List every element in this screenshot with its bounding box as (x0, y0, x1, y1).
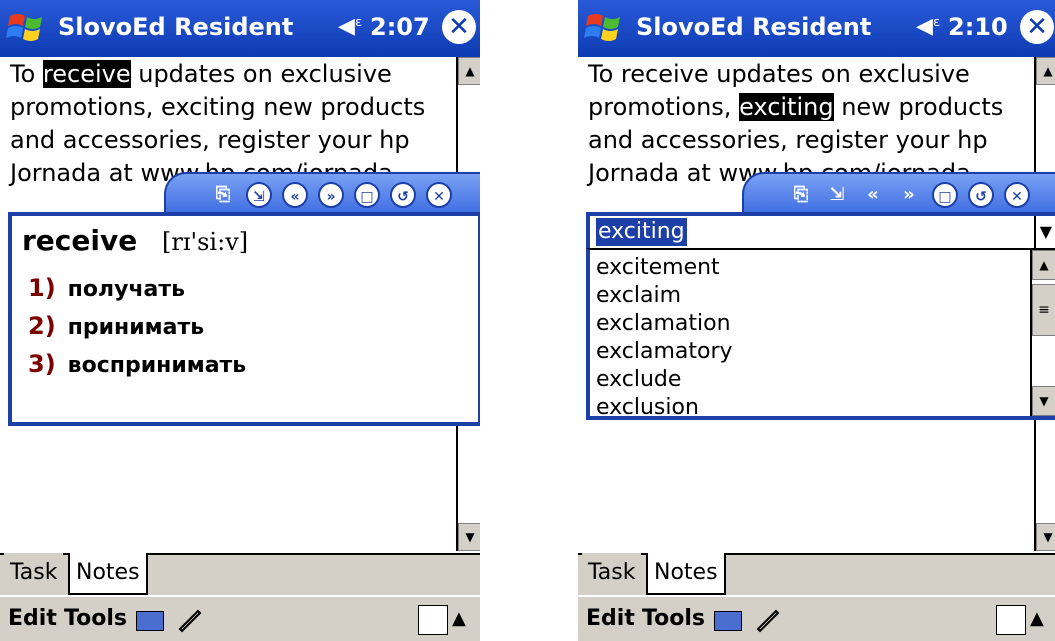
copy-icon[interactable]: ⎘ (210, 182, 236, 208)
sense-item: 2) принимать (28, 312, 205, 340)
previous-icon[interactable]: « (282, 182, 308, 208)
close-popup-icon[interactable]: ✕ (1004, 182, 1030, 208)
tab-task[interactable]: Task (582, 553, 642, 593)
list-scrollbar[interactable]: ▲ ≡ ▼ (1030, 250, 1055, 416)
list-item[interactable]: exclude (596, 366, 681, 394)
menu-bar: Edit Tools ▲ (578, 595, 1055, 641)
list-item[interactable]: exclamatory (596, 338, 733, 366)
previous-icon[interactable]: « (860, 182, 886, 208)
edit-menu[interactable]: Edit (586, 603, 635, 635)
list-item[interactable]: exclaim (596, 282, 681, 310)
edit-menu[interactable]: Edit (8, 603, 57, 635)
back-icon[interactable]: ↺ (968, 182, 994, 208)
transcription: [rɪ'si:v] (162, 228, 249, 256)
note-line: promotions, exciting new products (10, 93, 426, 121)
note-text[interactable]: To receive updates on exclusive promotio… (588, 58, 1030, 190)
tab-notes[interactable]: Notes (646, 553, 726, 595)
note-line: and accessories, register your hp (588, 126, 988, 154)
sense-item: 1) получать (28, 274, 186, 302)
word-list[interactable]: excitement exclaim exclamation exclamato… (586, 248, 1055, 420)
copy-icon[interactable]: ⎘ (788, 182, 814, 208)
clock[interactable]: 2:07 (370, 12, 430, 42)
tab-bar: Task Notes (0, 553, 480, 595)
popup-toolbar: ⎘ ⇲ « » □ ↺ ✕ (742, 172, 1055, 216)
close-icon[interactable]: ✕ (1020, 10, 1054, 44)
scroll-down-arrow[interactable]: ▼ (1036, 523, 1055, 551)
windows-start-icon[interactable] (6, 10, 48, 46)
pen-icon[interactable] (176, 605, 204, 633)
device-screen-left: SlovoEd Resident ◀︎ᵋ 2:07 ✕ To receive u… (0, 0, 480, 641)
app-title: SlovoEd Resident (636, 13, 872, 41)
note-line: To receive updates on exclusive (10, 60, 392, 88)
back-icon[interactable]: ↺ (390, 182, 416, 208)
tools-menu[interactable]: Tools (642, 603, 705, 635)
note-line: To receive updates on exclusive (588, 60, 970, 88)
headword: receive (22, 224, 138, 257)
input-panel-arrow-icon[interactable]: ▲ (1030, 605, 1044, 633)
sense-item: 3) воспринимать (28, 350, 247, 378)
next-icon[interactable]: » (318, 182, 344, 208)
list-item[interactable]: excitement (596, 254, 720, 282)
input-panel-icon[interactable] (418, 605, 448, 635)
note-text[interactable]: To receive updates on exclusive promotio… (10, 58, 452, 190)
speaker-icon[interactable]: ◀︎ᵋ (916, 12, 941, 42)
paste-icon[interactable]: ⇲ (824, 182, 850, 208)
tab-task[interactable]: Task (4, 553, 64, 593)
maximize-icon[interactable]: □ (354, 182, 380, 208)
note-line: and accessories, register your hp (10, 126, 410, 154)
selected-word: receive (42, 60, 131, 88)
clock[interactable]: 2:10 (948, 12, 1008, 42)
scroll-up-arrow[interactable]: ▲ (1036, 57, 1055, 85)
selected-word: exciting (739, 93, 834, 121)
translation-popup: receive [rɪ'si:v] 1) получать 2) принимать… (8, 212, 480, 426)
next-icon[interactable]: » (896, 182, 922, 208)
scroll-down-arrow[interactable]: ▼ (458, 523, 480, 551)
tab-bar: Task Notes (578, 553, 1055, 595)
device-screen-right: SlovoEd Resident ◀︎ᵋ 2:10 ✕ To receive u… (578, 0, 1055, 641)
scroll-down-arrow[interactable]: ▼ (1032, 386, 1055, 416)
keyboard-icon[interactable] (136, 611, 164, 631)
title-bar: SlovoEd Resident ◀︎ᵋ 2:10 ✕ (578, 0, 1055, 57)
app-title: SlovoEd Resident (58, 13, 294, 41)
input-panel-arrow-icon[interactable]: ▲ (452, 605, 466, 633)
input-panel-icon[interactable] (996, 605, 1026, 635)
search-input[interactable]: exciting (596, 218, 687, 246)
chevron-down-icon[interactable]: ▼ (1040, 222, 1052, 241)
maximize-icon[interactable]: □ (932, 182, 958, 208)
close-icon[interactable]: ✕ (442, 10, 476, 44)
popup-toolbar: ⎘ ⇲ « » □ ↺ ✕ (164, 172, 480, 216)
pen-icon[interactable] (754, 605, 782, 633)
paste-icon[interactable]: ⇲ (246, 182, 272, 208)
scroll-up-arrow[interactable]: ▲ (458, 57, 480, 85)
title-bar: SlovoEd Resident ◀︎ᵋ 2:07 ✕ (0, 0, 480, 57)
list-item[interactable]: exclamation (596, 310, 731, 338)
tab-notes[interactable]: Notes (68, 553, 148, 595)
scroll-thumb[interactable]: ≡ (1032, 284, 1055, 336)
list-item[interactable]: exclusion (596, 394, 699, 422)
search-combo[interactable]: exciting ▼ (586, 212, 1055, 248)
tools-menu[interactable]: Tools (64, 603, 127, 635)
menu-bar: Edit Tools ▲ (0, 595, 480, 641)
windows-start-icon[interactable] (584, 10, 626, 46)
speaker-icon[interactable]: ◀︎ᵋ (338, 12, 363, 42)
note-line: promotions, exciting new products (588, 93, 1004, 121)
keyboard-icon[interactable] (714, 611, 742, 631)
scroll-up-arrow[interactable]: ▲ (1032, 250, 1055, 280)
close-popup-icon[interactable]: ✕ (426, 182, 452, 208)
